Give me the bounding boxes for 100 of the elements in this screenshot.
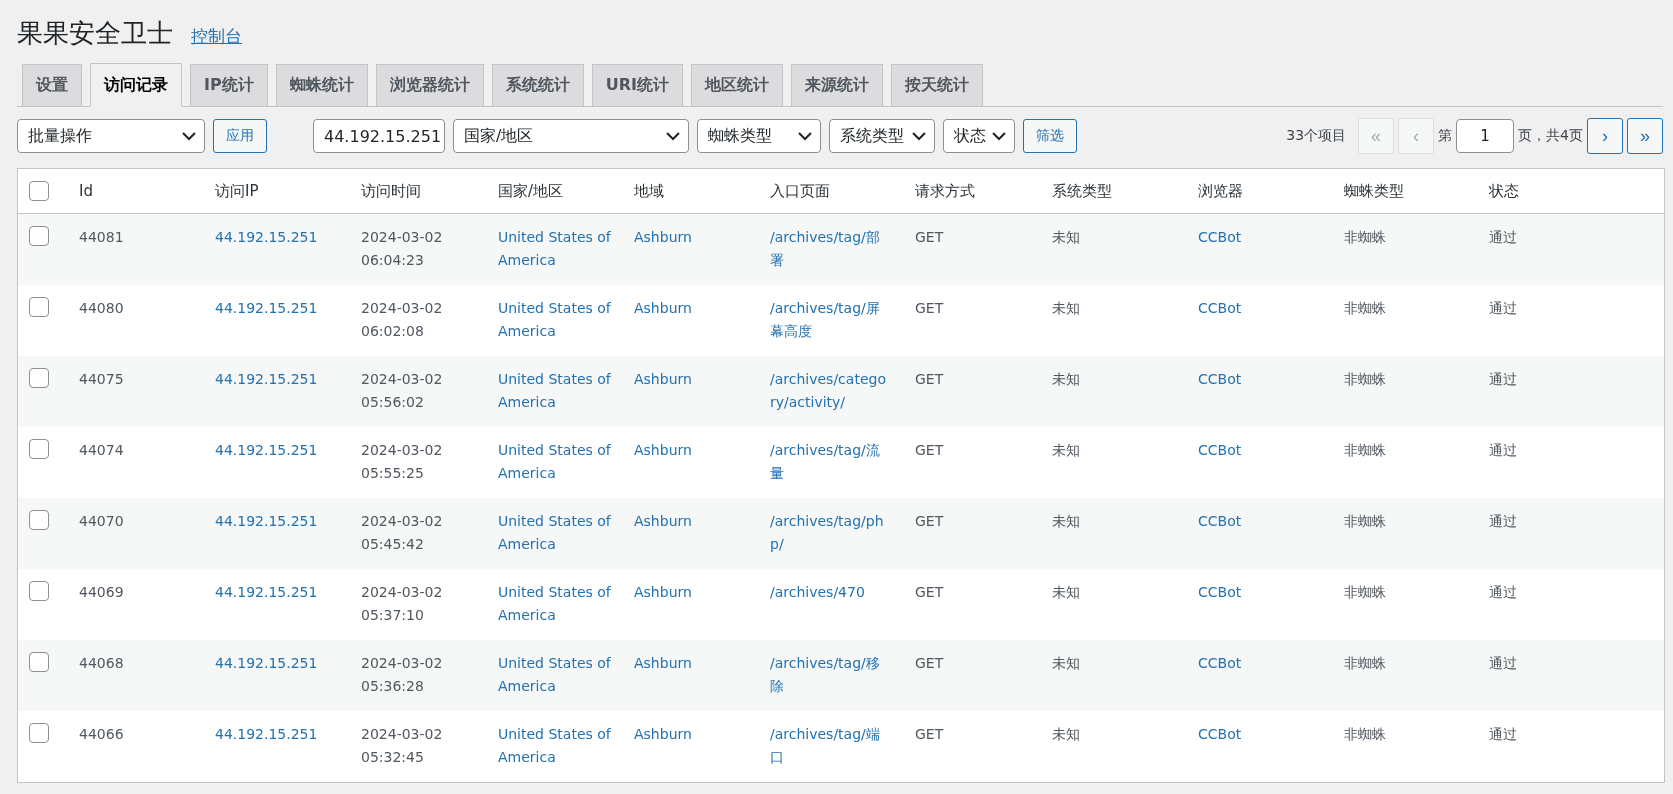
browser-link[interactable]: CCBot <box>1198 723 1344 746</box>
region-link[interactable]: Ashburn <box>634 297 770 320</box>
country-link[interactable]: United States of America <box>498 297 634 343</box>
ip-link[interactable]: 44.192.15.251 <box>215 652 361 675</box>
row-checkbox[interactable] <box>29 510 49 530</box>
spider-type-select[interactable]: 蜘蛛类型 <box>697 119 821 153</box>
ip-link[interactable]: 44.192.15.251 <box>215 368 361 391</box>
row-checkbox[interactable] <box>29 581 49 601</box>
ip-link[interactable]: 44.192.15.251 <box>215 297 361 320</box>
region-link[interactable]: Ashburn <box>634 510 770 533</box>
region-link[interactable]: Ashburn <box>634 723 770 746</box>
entry-page-link[interactable]: /archives/category/activity/ <box>770 368 888 414</box>
browser-link[interactable]: CCBot <box>1198 226 1344 249</box>
country-select[interactable]: 国家/地区 <box>453 119 689 153</box>
chevron-down-icon <box>182 131 196 141</box>
row-checkbox[interactable] <box>29 297 49 317</box>
ip-link[interactable]: 44.192.15.251 <box>215 581 361 604</box>
column-header: 请求方式 <box>915 181 976 201</box>
ip-link[interactable]: 44.192.15.251 <box>215 510 361 533</box>
row-checkbox[interactable] <box>29 723 49 743</box>
ip-field[interactable]: 44.192.15.251 <box>313 119 445 153</box>
tab[interactable]: 按天统计 <box>890 64 983 106</box>
column-header: 访问IP <box>215 181 260 201</box>
country-link[interactable]: United States of America <box>498 439 634 485</box>
country-link[interactable]: United States of America <box>498 581 634 627</box>
table-cell-text: 44080 <box>79 299 125 318</box>
page-label: 第 <box>1438 127 1453 145</box>
entry-page-link[interactable]: /archives/tag/移除 <box>770 652 888 698</box>
chevron-down-icon <box>666 131 680 141</box>
table-cell-text: 通过 <box>1489 512 1518 531</box>
filter-button[interactable]: 筛选 <box>1023 119 1077 153</box>
last-page-button[interactable]: » <box>1627 118 1663 154</box>
browser-link[interactable]: CCBot <box>1198 581 1344 604</box>
select-all-checkbox[interactable] <box>29 181 49 201</box>
table-cell-text: 44069 <box>79 583 125 602</box>
table-cell-text: 非蜘蛛 <box>1344 512 1387 531</box>
browser-link[interactable]: CCBot <box>1198 439 1344 462</box>
tab[interactable]: URI统计 <box>591 64 683 106</box>
ip-link[interactable]: 44.192.15.251 <box>215 439 361 462</box>
region-link[interactable]: Ashburn <box>634 368 770 391</box>
region-link[interactable]: Ashburn <box>634 652 770 675</box>
entry-page-link[interactable]: /archives/tag/端口 <box>770 723 888 769</box>
column-header: 访问时间 <box>361 181 422 201</box>
column-header: Id <box>79 182 94 200</box>
table-cell-text: 44081 <box>79 228 125 247</box>
table-cell-text: GET <box>915 725 945 744</box>
browser-link[interactable]: CCBot <box>1198 297 1344 320</box>
apply-button[interactable]: 应用 <box>213 119 267 153</box>
table-cell-text: 44066 <box>79 725 125 744</box>
ip-link[interactable]: 44.192.15.251 <box>215 723 361 746</box>
chevron-down-icon <box>912 131 926 141</box>
system-type-select[interactable]: 系统类型 <box>829 119 935 153</box>
country-link[interactable]: United States of America <box>498 226 634 272</box>
page-total: 页，共4页 <box>1518 127 1583 145</box>
browser-link[interactable]: CCBot <box>1198 652 1344 675</box>
region-link[interactable]: Ashburn <box>634 439 770 462</box>
tab[interactable]: IP统计 <box>190 64 268 106</box>
row-checkbox[interactable] <box>29 652 49 672</box>
tab[interactable]: 访问记录 <box>90 63 182 107</box>
table-cell-text: 未知 <box>1052 370 1081 389</box>
status-select[interactable]: 状态 <box>943 119 1015 153</box>
tab[interactable]: 系统统计 <box>491 64 584 106</box>
entry-page-link[interactable]: /archives/tag/屏幕高度 <box>770 297 888 343</box>
row-checkbox[interactable] <box>29 368 49 388</box>
bulk-action-select[interactable]: 批量操作 <box>17 119 205 153</box>
row-checkbox[interactable] <box>29 439 49 459</box>
region-link[interactable]: Ashburn <box>634 226 770 249</box>
table-cell-text: 通过 <box>1489 654 1518 673</box>
table-cell-text: 未知 <box>1052 725 1081 744</box>
column-header: 蜘蛛类型 <box>1344 181 1405 201</box>
tab[interactable]: 来源统计 <box>790 64 883 106</box>
table-cell-text: 未知 <box>1052 654 1081 673</box>
region-link[interactable]: Ashburn <box>634 581 770 604</box>
tab[interactable]: 设置 <box>22 64 82 106</box>
entry-page-link[interactable]: /archives/tag/部署 <box>770 226 888 272</box>
dashboard-link[interactable]: 控制台 <box>191 25 242 48</box>
tab[interactable]: 地区统计 <box>690 64 783 106</box>
entry-page-link[interactable]: /archives/tag/php/ <box>770 510 888 556</box>
browser-link[interactable]: CCBot <box>1198 368 1344 391</box>
entry-page-link[interactable]: /archives/tag/流量 <box>770 439 888 485</box>
tab[interactable]: 浏览器统计 <box>375 64 484 106</box>
country-link[interactable]: United States of America <box>498 510 634 556</box>
table-cell-text: 通过 <box>1489 370 1518 389</box>
page-title: 果果安全卫士 <box>17 17 173 50</box>
tab[interactable]: 蜘蛛统计 <box>275 64 368 106</box>
column-header: 入口页面 <box>770 181 831 201</box>
country-link[interactable]: United States of America <box>498 652 634 698</box>
entry-page-link[interactable]: /archives/470 <box>770 581 888 604</box>
ip-link[interactable]: 44.192.15.251 <box>215 226 361 249</box>
browser-link[interactable]: CCBot <box>1198 510 1344 533</box>
column-header: 系统类型 <box>1052 181 1113 201</box>
table-cell-text: 非蜘蛛 <box>1344 725 1387 744</box>
row-checkbox[interactable] <box>29 226 49 246</box>
table-cell-text: 2024-03-02 05:32:45 <box>361 725 444 767</box>
country-link[interactable]: United States of America <box>498 723 634 769</box>
next-page-button[interactable]: › <box>1587 118 1623 154</box>
column-header: 状态 <box>1489 181 1520 201</box>
country-link[interactable]: United States of America <box>498 368 634 414</box>
page-number-field[interactable]: 1 <box>1456 119 1515 153</box>
table-cell-text: 未知 <box>1052 228 1081 247</box>
